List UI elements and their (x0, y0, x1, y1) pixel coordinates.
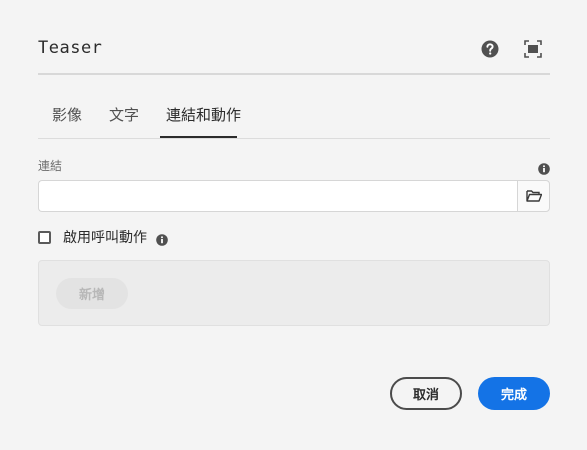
help-icon[interactable] (481, 40, 499, 58)
tab-link-and-actions[interactable]: 連結和動作 (166, 104, 241, 125)
link-input[interactable] (38, 180, 518, 212)
cancel-button[interactable]: 取消 (390, 377, 462, 410)
dialog-title: Teaser (38, 38, 103, 58)
done-button[interactable]: 完成 (478, 377, 550, 410)
tab-image[interactable]: 影像 (52, 104, 82, 125)
tabs-divider (38, 138, 550, 139)
info-icon[interactable] (156, 231, 168, 246)
header-divider (38, 73, 550, 75)
fullscreen-icon[interactable] (524, 40, 542, 58)
link-label: 連結 (38, 159, 63, 173)
enable-cta-checkbox[interactable] (38, 230, 51, 244)
cta-checkbox-row: 啟用呼叫動作 (38, 227, 168, 247)
tab-text[interactable]: 文字 (109, 104, 139, 125)
browse-button[interactable] (517, 180, 550, 212)
folder-icon (525, 187, 542, 206)
tab-list: 影像 文字 連結和動作 (38, 98, 550, 140)
cta-panel: 新增 (38, 260, 550, 326)
info-icon[interactable] (538, 160, 550, 175)
add-button[interactable]: 新增 (56, 278, 128, 309)
enable-cta-label[interactable]: 啟用呼叫動作 (63, 227, 147, 247)
